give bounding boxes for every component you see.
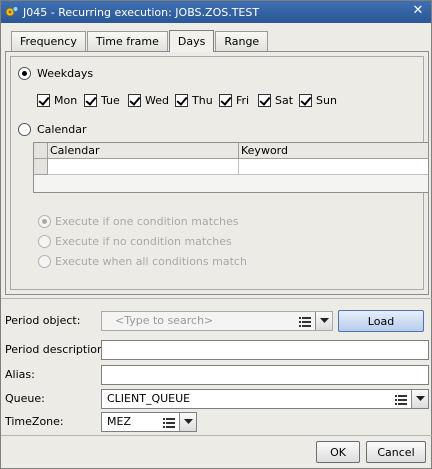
- condition-all-match-radio[interactable]: [38, 255, 51, 268]
- checkbox-tue-label[interactable]: Tue: [101, 94, 120, 107]
- window-title: J045 - Recurring execution: JOBS.ZOS.TES…: [23, 5, 260, 19]
- chevron-down-icon[interactable]: [179, 413, 196, 431]
- checkbox-thu[interactable]: [175, 94, 188, 107]
- period-object-placeholder: <Type to search>: [115, 314, 214, 327]
- gear-app-icon: [5, 5, 19, 19]
- ok-button[interactable]: OK: [316, 441, 360, 463]
- checkbox-mon-label[interactable]: Mon: [54, 94, 77, 107]
- table-cell-calendar[interactable]: [48, 159, 239, 175]
- checkbox-wed[interactable]: [128, 94, 141, 107]
- calendar-radio[interactable]: [18, 123, 31, 136]
- timezone-select[interactable]: MEZ: [101, 412, 197, 432]
- period-object-label: Period object:: [5, 314, 81, 327]
- calendar-table[interactable]: Calendar Keyword: [33, 142, 429, 193]
- checkbox-sat[interactable]: [258, 94, 271, 107]
- timezone-label: TimeZone:: [5, 415, 64, 428]
- tab-days[interactable]: Days: [168, 30, 215, 52]
- checkbox-fri-label[interactable]: Fri: [236, 94, 249, 107]
- condition-no-matches-label: Execute if no condition matches: [55, 235, 232, 248]
- condition-one-matches-label: Execute if one condition matches: [55, 215, 239, 228]
- checkbox-sat-label[interactable]: Sat: [275, 94, 293, 107]
- table-cell-keyword[interactable]: [239, 159, 428, 175]
- timezone-value: MEZ: [107, 415, 131, 428]
- checkbox-sun[interactable]: [299, 94, 312, 107]
- tab-time-frame[interactable]: Time frame: [86, 31, 168, 51]
- column-header-keyword[interactable]: Keyword: [239, 143, 428, 159]
- period-description-input[interactable]: [101, 340, 429, 360]
- checkbox-wed-label[interactable]: Wed: [145, 94, 169, 107]
- checkbox-tue[interactable]: [84, 94, 97, 107]
- period-object-input[interactable]: <Type to search>: [101, 311, 333, 331]
- close-icon[interactable]: ✕: [411, 4, 425, 18]
- queue-value: CLIENT_QUEUE: [107, 392, 191, 405]
- row-header[interactable]: [34, 159, 48, 175]
- checkbox-mon[interactable]: [37, 94, 50, 107]
- load-button[interactable]: Load: [338, 310, 424, 332]
- condition-all-match-label: Execute when all conditions match: [55, 255, 247, 268]
- list-picker-icon[interactable]: [394, 391, 408, 407]
- tab-frequency[interactable]: Frequency: [11, 31, 86, 51]
- days-options-group: Weekdays Mon Tue Wed Thu Fri Sat Sun Cal…: [10, 56, 429, 290]
- tab-range[interactable]: Range: [215, 31, 269, 51]
- weekdays-radio[interactable]: [18, 67, 31, 80]
- queue-label: Queue:: [5, 392, 45, 405]
- divider: [1, 298, 432, 299]
- condition-no-matches-radio[interactable]: [38, 235, 51, 248]
- checkbox-fri[interactable]: [219, 94, 232, 107]
- chevron-down-icon[interactable]: [411, 390, 428, 408]
- days-tab-panel: Weekdays Mon Tue Wed Thu Fri Sat Sun Cal…: [5, 51, 429, 295]
- alias-label: Alias:: [5, 368, 35, 381]
- calendar-label[interactable]: Calendar: [37, 123, 86, 136]
- column-header-calendar[interactable]: Calendar: [48, 143, 239, 159]
- checkbox-sun-label[interactable]: Sun: [316, 94, 337, 107]
- list-picker-icon[interactable]: [298, 313, 312, 329]
- period-description-label: Period description:: [5, 343, 108, 356]
- queue-select[interactable]: CLIENT_QUEUE: [101, 389, 429, 409]
- footer-divider: [1, 435, 432, 436]
- table-corner: [34, 143, 48, 159]
- weekdays-label[interactable]: Weekdays: [37, 67, 93, 80]
- tab-bar: Frequency Time frame Days Range: [11, 30, 269, 52]
- cancel-button[interactable]: Cancel: [366, 441, 426, 463]
- recurring-execution-dialog: J045 - Recurring execution: JOBS.ZOS.TES…: [0, 0, 432, 469]
- checkbox-thu-label[interactable]: Thu: [192, 94, 213, 107]
- alias-input[interactable]: [101, 365, 429, 385]
- chevron-down-icon[interactable]: [315, 312, 332, 330]
- list-picker-icon[interactable]: [162, 414, 176, 430]
- condition-one-matches-radio[interactable]: [38, 215, 51, 228]
- title-bar[interactable]: J045 - Recurring execution: JOBS.ZOS.TES…: [1, 1, 431, 23]
